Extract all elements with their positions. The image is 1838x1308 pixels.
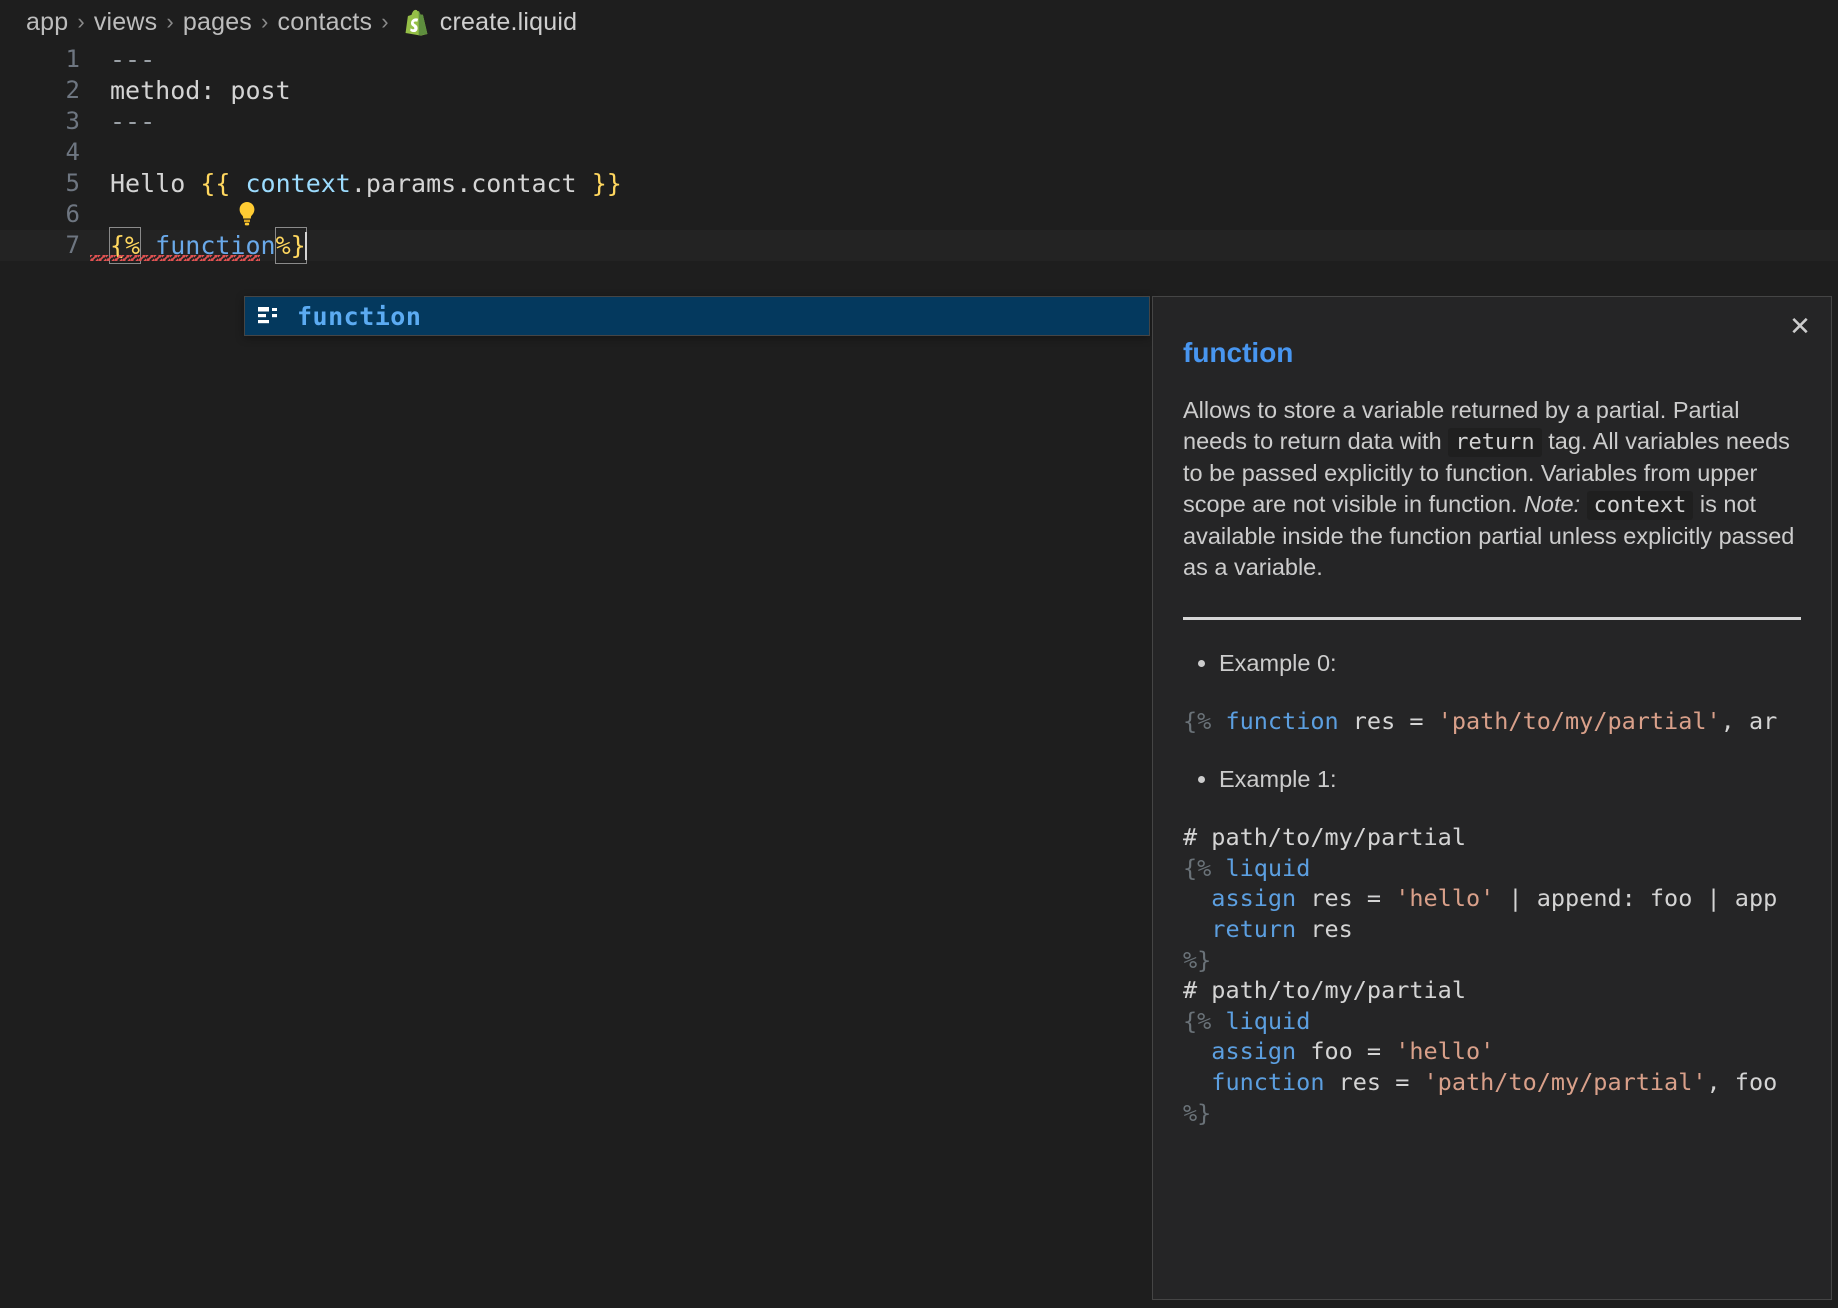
breadcrumb-file[interactable]: create.liquid <box>440 8 577 37</box>
code-token: 'path/to/my/partial' <box>1424 1068 1707 1096</box>
code-token: foo = <box>1296 1037 1395 1065</box>
code-token <box>1211 1007 1225 1035</box>
code-line[interactable]: 5 Hello {{ context.params.contact }} <box>0 168 1838 199</box>
code-token: res <box>1296 915 1353 943</box>
code-token: res = <box>1296 884 1395 912</box>
example-0-label: Example 0: <box>1219 646 1801 680</box>
code-token: function <box>1211 1068 1324 1096</box>
desc-note-label: Note: <box>1524 491 1580 517</box>
breadcrumb-item-contacts[interactable]: contacts <box>278 8 373 37</box>
code-token: function <box>1225 707 1338 735</box>
code-token: res = <box>1324 1068 1423 1096</box>
breadcrumb-separator: › <box>381 9 389 35</box>
code-token: {% <box>1183 1007 1211 1035</box>
line-content: --- <box>100 106 155 137</box>
line-number: 6 <box>0 199 100 230</box>
breadcrumb-item-views[interactable]: views <box>94 8 158 37</box>
code-token: # path/to/my/partial <box>1183 976 1466 1004</box>
line-number: 4 <box>0 137 100 168</box>
code-token: assign <box>1211 884 1296 912</box>
example-0-list: Example 0: <box>1183 646 1801 680</box>
line-number: 3 <box>0 106 100 137</box>
breadcrumb-item-pages[interactable]: pages <box>183 8 252 37</box>
suggestion-item-function[interactable]: function <box>245 297 1149 335</box>
code-line[interactable]: 6 <box>0 199 1838 230</box>
token-context: context <box>245 169 350 198</box>
documentation-title: function <box>1183 337 1801 369</box>
code-token: %} <box>1183 1099 1211 1127</box>
code-token: res = <box>1339 707 1438 735</box>
error-squiggle <box>90 255 260 261</box>
example-1-code: # path/to/my/partial {% liquid assign re… <box>1183 822 1801 1128</box>
code-token <box>1211 707 1225 735</box>
desc-space <box>1580 491 1587 517</box>
code-token: {% <box>1183 854 1211 882</box>
token-output-open: {{ <box>200 169 230 198</box>
lightbulb-icon[interactable] <box>116 170 138 196</box>
code-token: , ar <box>1721 707 1778 735</box>
example-0-code: {% function res = 'path/to/my/partial', … <box>1183 706 1801 737</box>
token-properties: .params.contact <box>351 169 577 198</box>
code-token <box>1211 854 1225 882</box>
breadcrumb[interactable]: app › views › pages › contacts › create.… <box>0 0 1838 44</box>
line-content: --- <box>100 44 155 75</box>
line-number: 5 <box>0 168 100 199</box>
code-token: assign <box>1211 1037 1296 1065</box>
code-lines: 1 --- 2 method: post 3 --- 4 5 Hello {{ … <box>0 44 1838 261</box>
code-line[interactable]: 2 method: post <box>0 75 1838 106</box>
code-editor[interactable]: 1 --- 2 method: post 3 --- 4 5 Hello {{ … <box>0 44 1838 1308</box>
code-token: 'path/to/my/partial' <box>1438 707 1721 735</box>
line-number: 7 <box>0 230 100 261</box>
suggestion-label: function <box>297 302 421 331</box>
inline-code-context: context <box>1587 491 1694 520</box>
breadcrumb-separator: › <box>261 9 269 35</box>
suggestion-widget[interactable]: function <box>244 296 1150 336</box>
snippet-icon <box>257 305 283 327</box>
code-token <box>1183 1068 1211 1096</box>
line-number: 2 <box>0 75 100 106</box>
code-token: liquid <box>1225 1007 1310 1035</box>
example-1-list: Example 1: <box>1183 762 1801 796</box>
text-cursor <box>305 232 307 260</box>
shopify-icon <box>402 8 428 36</box>
token-tag-close: %} <box>275 227 307 264</box>
code-line[interactable]: 3 --- <box>0 106 1838 137</box>
code-token <box>1183 1037 1211 1065</box>
breadcrumb-item-app[interactable]: app <box>26 8 68 37</box>
code-token <box>1183 884 1211 912</box>
documentation-description: Allows to store a variable returned by a… <box>1183 395 1801 583</box>
documentation-panel[interactable]: ✕ function Allows to store a variable re… <box>1152 296 1832 1300</box>
line-content: Hello {{ context.params.contact }} <box>100 168 622 199</box>
breadcrumb-separator: › <box>166 9 174 35</box>
code-line[interactable]: 1 --- <box>0 44 1838 75</box>
code-token: return <box>1211 915 1296 943</box>
token-space <box>577 169 592 198</box>
code-token: {% <box>1183 707 1211 735</box>
code-token: liquid <box>1225 854 1310 882</box>
divider <box>1183 617 1801 620</box>
code-token: %} <box>1183 946 1211 974</box>
line-content: method: post <box>100 75 291 106</box>
line-number: 1 <box>0 44 100 75</box>
inline-code-return: return <box>1448 428 1541 457</box>
code-token: , foo <box>1707 1068 1778 1096</box>
code-line[interactable]: 4 <box>0 137 1838 168</box>
code-token: # path/to/my/partial <box>1183 823 1466 851</box>
code-token: 'hello' <box>1395 1037 1494 1065</box>
code-token: 'hello' <box>1395 884 1494 912</box>
breadcrumb-separator: › <box>77 9 85 35</box>
code-line-active[interactable]: 7 {% function%} <box>0 230 1838 261</box>
example-1-label: Example 1: <box>1219 762 1801 796</box>
token-space <box>230 169 245 198</box>
documentation-body: function Allows to store a variable retu… <box>1153 297 1831 1128</box>
code-token: | append: foo | app <box>1494 884 1777 912</box>
token-output-close: }} <box>592 169 622 198</box>
code-token <box>1183 915 1211 943</box>
